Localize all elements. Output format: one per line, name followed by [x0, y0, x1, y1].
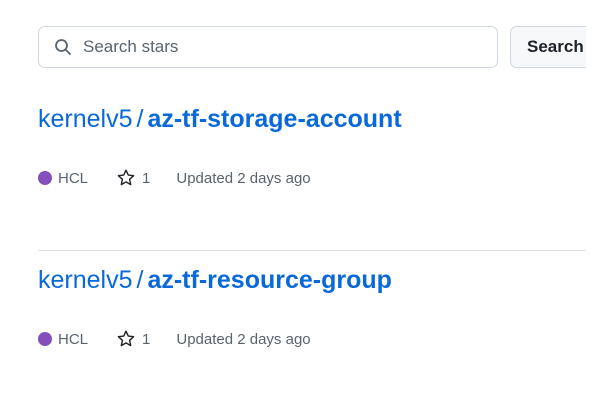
- repo-language: HCL: [58, 330, 89, 348]
- star-icon[interactable]: [116, 168, 136, 188]
- repo-name[interactable]: az-tf-resource-group: [147, 266, 391, 294]
- repo-meta: HCL 1 Updated 2 days ago: [38, 329, 311, 349]
- search-field[interactable]: [38, 26, 498, 68]
- repo-updated: Updated 2 days ago: [176, 169, 311, 187]
- search-icon: [53, 37, 73, 57]
- language-color-dot: [38, 332, 52, 346]
- repo-link[interactable]: kernelv5/az-tf-storage-account: [38, 90, 586, 134]
- repo-name[interactable]: az-tf-storage-account: [147, 105, 401, 133]
- repo-list-item: kernelv5/az-tf-resource-group HCL 1 Upda…: [38, 251, 586, 403]
- repo-link[interactable]: kernelv5/az-tf-resource-group: [38, 251, 586, 295]
- repo-separator: /: [136, 266, 144, 294]
- starred-repositories-panel: Search kernelv5/az-tf-storage-account HC…: [0, 0, 612, 403]
- repo-updated: Updated 2 days ago: [176, 330, 311, 348]
- repo-list-item: kernelv5/az-tf-storage-account HCL 1 Upd…: [38, 90, 586, 251]
- repo-list: kernelv5/az-tf-storage-account HCL 1 Upd…: [38, 90, 586, 403]
- language-color-dot: [38, 171, 52, 185]
- repo-owner[interactable]: kernelv5: [38, 105, 133, 133]
- repo-language: HCL: [58, 169, 89, 187]
- star-icon[interactable]: [116, 329, 136, 349]
- repo-star-count[interactable]: 1: [142, 170, 150, 187]
- panel-edge: [586, 0, 612, 403]
- search-input[interactable]: [83, 37, 463, 57]
- repo-star-count[interactable]: 1: [142, 331, 150, 348]
- repo-owner[interactable]: kernelv5: [38, 266, 133, 294]
- repo-meta: HCL 1 Updated 2 days ago: [38, 168, 311, 188]
- repo-separator: /: [136, 105, 144, 133]
- search-bar: Search: [38, 26, 612, 68]
